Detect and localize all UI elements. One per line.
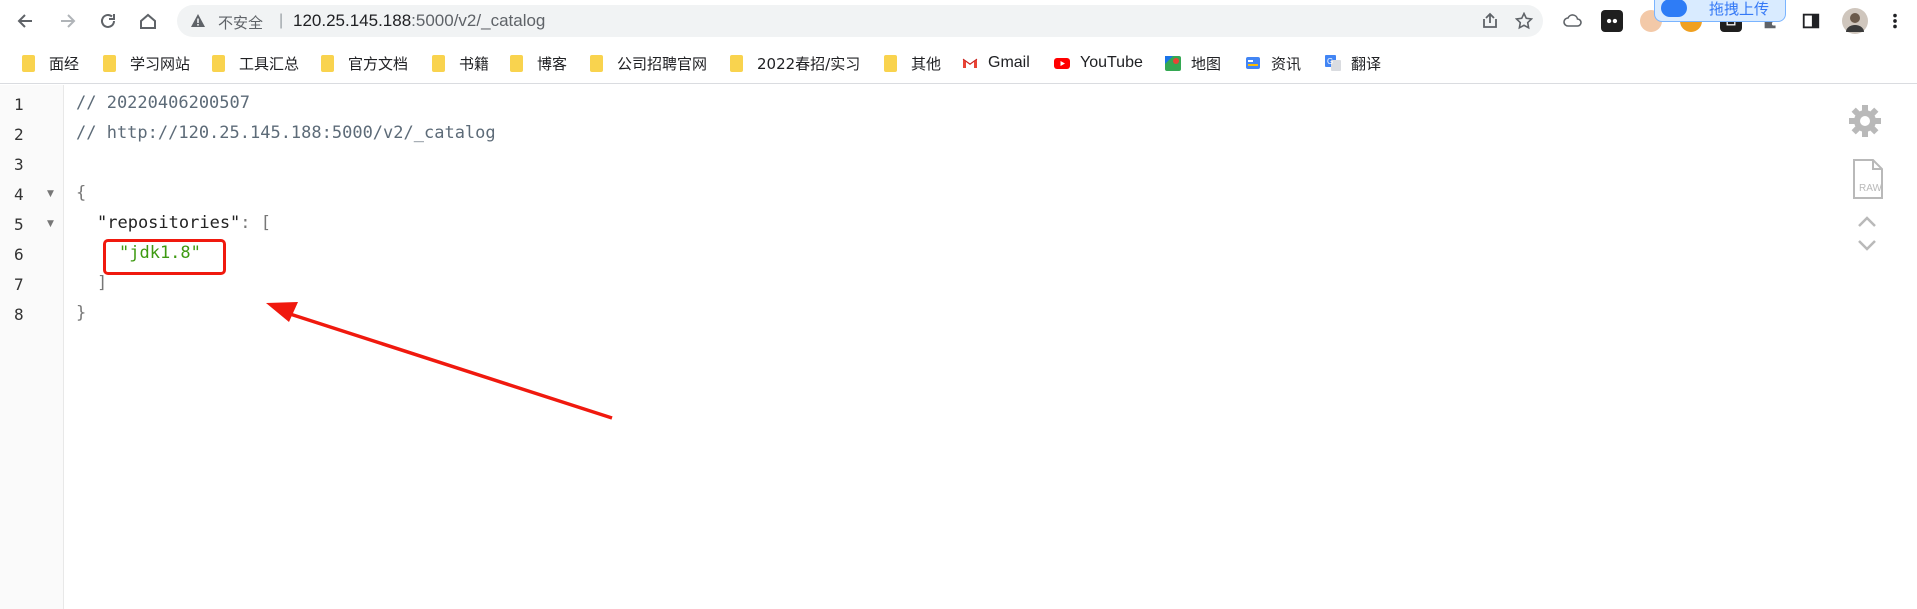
bookmark-label: 地图	[1191, 54, 1222, 73]
reload-button[interactable]	[94, 8, 122, 34]
bookmark-label: 官方文档	[348, 54, 409, 73]
line-number: 2	[14, 125, 24, 144]
profile-avatar[interactable]	[1842, 8, 1868, 34]
line-number: 1	[14, 95, 24, 114]
bookmark-label: 资讯	[1271, 54, 1302, 73]
fold-toggle-icon[interactable]: ▼	[47, 189, 54, 199]
translate-icon: G	[1325, 55, 1341, 71]
more-menu-icon[interactable]	[1884, 10, 1906, 32]
raw-view-button[interactable]: RAW	[1852, 158, 1884, 205]
json-colon-bracket: : [	[240, 213, 272, 233]
gmail-icon	[962, 58, 978, 68]
reload-icon	[101, 13, 115, 28]
folder-icon	[321, 54, 334, 72]
security-label[interactable]: 不安全	[218, 12, 263, 33]
url-path: :5000/v2/_catalog	[411, 11, 546, 30]
bookmark-label: 书籍	[459, 54, 490, 73]
warning-icon[interactable]	[190, 13, 206, 29]
bookmarks-bar: 面经 学习网站 工具汇总 官方文档 书籍 博客 公司招聘官网 2022春招/实习…	[0, 42, 1917, 84]
home-button[interactable]	[134, 8, 162, 34]
bookmark-label: 博客	[537, 54, 568, 73]
bookmark-label: 学习网站	[130, 54, 191, 73]
collapse-all-icon[interactable]	[1856, 215, 1878, 234]
upload-badge-label: 拖拽上传	[1709, 0, 1770, 18]
url-host: 120.25.145.188	[293, 11, 412, 30]
folder-icon	[212, 54, 225, 72]
bookmark-label: 面经	[49, 54, 80, 73]
bookmark-star-icon[interactable]	[1515, 12, 1533, 30]
line-number: 5	[14, 215, 24, 234]
annotation-arrow	[266, 302, 613, 420]
forward-button[interactable]	[53, 8, 81, 34]
annotation-highlight-box	[103, 239, 226, 275]
share-icon[interactable]	[1481, 12, 1499, 30]
folder-icon	[510, 54, 523, 72]
close-bracket: ]	[97, 273, 108, 293]
svg-text:G: G	[1327, 57, 1333, 66]
bookmark-company-careers[interactable]: 公司招聘官网	[588, 51, 707, 75]
back-button[interactable]	[12, 8, 40, 34]
folder-icon	[730, 54, 743, 72]
upload-badge[interactable]: 拖拽上传	[1654, 0, 1786, 22]
bookmark-translate[interactable]: G 翻译	[1325, 51, 1381, 75]
url-separator: |	[279, 12, 284, 29]
bookmark-label: 公司招聘官网	[617, 54, 708, 73]
folder-icon	[103, 54, 116, 72]
bookmark-tools[interactable]: 工具汇总	[210, 51, 299, 75]
maps-icon	[1165, 56, 1181, 71]
bookmark-label: 翻译	[1351, 54, 1382, 73]
home-icon	[140, 13, 156, 29]
folder-icon	[590, 54, 603, 72]
comment-url: // http://120.25.145.188:5000/v2/_catalo…	[76, 123, 496, 143]
bookmark-others[interactable]: 其他	[882, 51, 941, 75]
raw-file-icon: RAW	[1853, 159, 1883, 199]
url-text[interactable]: 120.25.145.188:5000/v2/_catalog	[293, 11, 545, 31]
bookmark-learning-sites[interactable]: 学习网站	[101, 51, 190, 75]
address-bar[interactable]: 不安全 | 120.25.145.188:5000/v2/_catalog	[177, 5, 1543, 37]
fold-toggle-icon[interactable]: ▼	[47, 219, 54, 229]
bookmark-books[interactable]: 书籍	[430, 51, 489, 75]
folder-icon	[22, 54, 35, 72]
comment-timestamp: // 20220406200507	[76, 93, 250, 113]
bookmark-mianjing[interactable]: 面经	[20, 51, 79, 75]
line-number: 4	[14, 185, 24, 204]
cloud-extension-icon[interactable]	[1562, 10, 1584, 32]
bookmark-youtube[interactable]: YouTube	[1054, 51, 1143, 75]
line-number: 7	[14, 275, 24, 294]
json-key: "repositories"	[97, 213, 241, 233]
line-number: 3	[14, 155, 24, 174]
back-arrow-icon	[17, 14, 32, 28]
expand-all-icon[interactable]	[1856, 238, 1878, 257]
bookmark-label: YouTube	[1080, 54, 1143, 71]
browser-toolbar: 不安全 | 120.25.145.188:5000/v2/_catalog 拖拽…	[0, 0, 1917, 42]
line-number: 8	[14, 305, 24, 324]
bookmark-label: 其他	[911, 54, 942, 73]
folder-icon	[884, 54, 897, 72]
bookmark-news[interactable]: 资讯	[1245, 51, 1301, 75]
news-icon	[1246, 57, 1260, 69]
line-number-gutter: 1 2 3 4 5 6 7 8 ▼ ▼	[0, 85, 64, 609]
cloud-upload-icon	[1661, 0, 1687, 17]
bookmark-spring-recruit[interactable]: 2022春招/实习	[728, 51, 860, 75]
bookmark-gmail[interactable]: Gmail	[962, 51, 1030, 75]
open-brace: {	[76, 183, 87, 203]
side-panel-icon[interactable]	[1800, 10, 1822, 32]
bookmark-maps[interactable]: 地图	[1165, 51, 1221, 75]
svg-text:RAW: RAW	[1859, 183, 1883, 194]
folder-icon	[432, 54, 445, 72]
bookmark-label: Gmail	[988, 54, 1030, 71]
bookmark-label: 工具汇总	[239, 54, 300, 73]
bookmark-official-docs[interactable]: 官方文档	[319, 51, 408, 75]
forward-arrow-icon	[61, 14, 76, 28]
settings-gear-icon[interactable]	[1848, 104, 1882, 143]
close-brace: }	[76, 303, 87, 323]
bookmark-label: 2022春招/实习	[757, 54, 861, 73]
json-key-line: "repositories": [	[97, 213, 271, 233]
bookmark-blogs[interactable]: 博客	[508, 51, 567, 75]
dark-extension-icon[interactable]	[1601, 10, 1623, 32]
youtube-icon	[1054, 58, 1070, 69]
line-number: 6	[14, 245, 24, 264]
